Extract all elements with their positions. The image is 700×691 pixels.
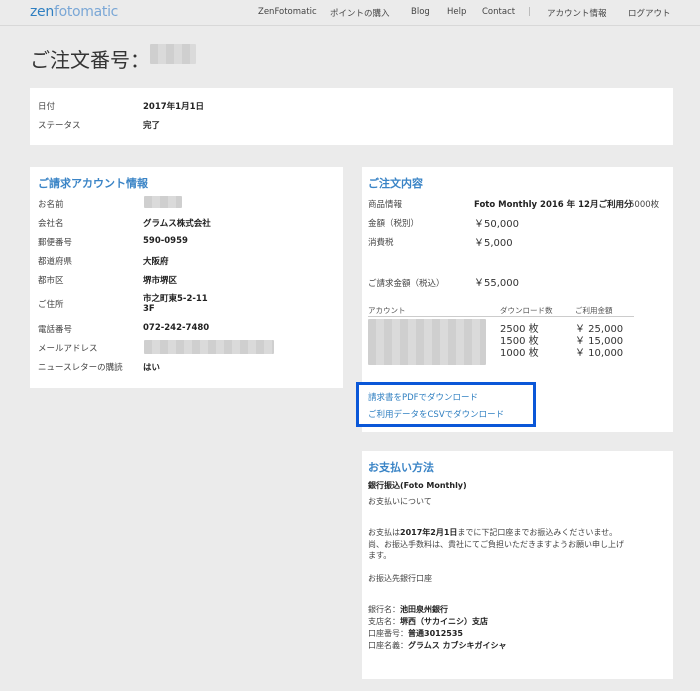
table-header-amount: ご利用金額 bbox=[575, 306, 613, 315]
order-summary-card: 日付 2017年1月1日 ステータス 完了 bbox=[30, 88, 673, 145]
deadline-date: 2017年2月1日 bbox=[400, 528, 458, 537]
status-label: ステータス bbox=[38, 121, 81, 131]
branch-line: 支店名：堺西（サカイニシ）支店 bbox=[368, 616, 488, 627]
payment-fee-line: 尚、お振込手数料は、貴社にてご負担いただきますようお願い申し上げ bbox=[368, 540, 624, 549]
prefecture-label: 都道府県 bbox=[38, 257, 73, 267]
table-header-account: アカウント bbox=[368, 306, 406, 315]
bank-heading: お振込先銀行口座 bbox=[368, 574, 432, 583]
email-value-redacted bbox=[144, 340, 274, 354]
account-number-value: 普通3012535 bbox=[408, 629, 463, 638]
deadline-prefix: お支払は bbox=[368, 528, 400, 537]
product-value: Foto Monthly 2016 年 12月ご利用分 bbox=[474, 200, 633, 210]
address-label: ご住所 bbox=[38, 300, 64, 310]
account-holder-value: グラムス カブシキガイシャ bbox=[408, 641, 507, 650]
tax-label: 消費税 bbox=[368, 238, 394, 248]
payment-title: お支払い方法 bbox=[368, 461, 434, 474]
account-names-redacted bbox=[368, 319, 486, 365]
total-value: ￥55,000 bbox=[474, 278, 519, 289]
product-count: 5000枚 bbox=[629, 200, 660, 210]
logo-suffix: fotomatic bbox=[53, 4, 119, 20]
order-number-redacted bbox=[150, 44, 196, 64]
phone-value: 072-242-7480 bbox=[143, 323, 210, 333]
newsletter-value: はい bbox=[143, 363, 161, 373]
total-label: ご請求金額（税込） bbox=[368, 279, 445, 289]
nav-buy-points[interactable]: ポイントの購入 bbox=[330, 7, 390, 19]
download-links-box: 請求書をPDFでダウンロード ご利用データをCSVでダウンロード bbox=[356, 382, 536, 427]
account-number-line: 口座番号：普通3012535 bbox=[368, 628, 463, 639]
bank-name-value: 池田泉州銀行 bbox=[400, 605, 448, 614]
download-pdf-link[interactable]: 請求書をPDFでダウンロード bbox=[368, 391, 478, 403]
nav-contact[interactable]: Contact bbox=[482, 7, 515, 17]
amount-value: ￥50,000 bbox=[474, 219, 519, 230]
row3-count: 1000 枚 bbox=[500, 348, 539, 359]
company-label: 会社名 bbox=[38, 219, 64, 229]
city-label: 都市区 bbox=[38, 276, 64, 286]
table-header-downloads: ダウンロード数 bbox=[500, 306, 553, 315]
newsletter-label: ニュースレターの購読 bbox=[38, 363, 123, 373]
order-title: ご注文内容 bbox=[368, 177, 423, 190]
date-value: 2017年1月1日 bbox=[143, 102, 204, 112]
logo[interactable]: zenfotomatic bbox=[30, 4, 118, 20]
account-number-label: 口座番号： bbox=[368, 629, 408, 638]
prefecture-value: 大阪府 bbox=[143, 257, 169, 267]
payment-method: 銀行振込(Foto Monthly) bbox=[368, 481, 467, 490]
postal-value: 590-0959 bbox=[143, 236, 188, 246]
email-label: メールアドレス bbox=[38, 344, 98, 354]
name-label: お名前 bbox=[38, 200, 64, 210]
billing-account-card: ご請求アカウント情報 お名前 会社名 グラムス株式会社 郵便番号 590-095… bbox=[30, 167, 343, 388]
nav-help[interactable]: Help bbox=[447, 7, 466, 17]
date-label: 日付 bbox=[38, 102, 56, 112]
branch-value: 堺西（サカイニシ）支店 bbox=[400, 617, 488, 626]
postal-label: 郵便番号 bbox=[38, 238, 73, 248]
nav-blog[interactable]: Blog bbox=[411, 7, 430, 17]
account-holder-line: 口座名義：グラムス カブシキガイシャ bbox=[368, 640, 507, 651]
tax-value: ￥5,000 bbox=[474, 238, 513, 249]
top-navbar: zenfotomatic ZenFotomatic ポイントの購入 Blog H… bbox=[0, 0, 700, 26]
payment-method-card: お支払い方法 銀行振込(Foto Monthly) お支払いについて お支払は2… bbox=[362, 451, 673, 679]
payment-deadline-line: お支払は2017年2月1日までに下記口座までお振込みくださいませ。 bbox=[368, 527, 617, 538]
address-value-line1: 市之町東5-2-11 bbox=[143, 294, 208, 304]
page-title: ご注文番号： bbox=[30, 48, 150, 72]
download-csv-link[interactable]: ご利用データをCSVでダウンロード bbox=[368, 408, 504, 420]
billing-title: ご請求アカウント情報 bbox=[38, 177, 148, 190]
payment-fee-line-end: ます。 bbox=[368, 551, 392, 560]
logo-prefix: zen bbox=[30, 4, 54, 20]
table-divider bbox=[368, 316, 634, 317]
company-value: グラムス株式会社 bbox=[143, 219, 211, 229]
product-label: 商品情報 bbox=[368, 200, 403, 210]
bank-name-line: 銀行名：池田泉州銀行 bbox=[368, 604, 448, 615]
payment-about: お支払いについて bbox=[368, 497, 432, 506]
city-value: 堺市堺区 bbox=[143, 276, 178, 286]
phone-label: 電話番号 bbox=[38, 325, 73, 335]
amount-label: 金額（税別） bbox=[368, 219, 420, 229]
bank-name-label: 銀行名： bbox=[368, 605, 400, 614]
branch-label: 支店名： bbox=[368, 617, 400, 626]
nav-separator: | bbox=[528, 7, 531, 17]
row3-amount: ￥ 10,000 bbox=[575, 348, 624, 359]
nav-account-info[interactable]: アカウント情報 bbox=[547, 7, 607, 19]
nav-logout[interactable]: ログアウト bbox=[628, 7, 671, 19]
account-holder-label: 口座名義： bbox=[368, 641, 408, 650]
address-value-line2: 3F bbox=[143, 304, 155, 314]
name-value-redacted bbox=[144, 196, 182, 208]
status-value: 完了 bbox=[143, 121, 161, 131]
deadline-suffix: までに下記口座までお振込みくださいませ。 bbox=[457, 528, 618, 537]
nav-zenfotomatic[interactable]: ZenFotomatic bbox=[258, 7, 317, 17]
